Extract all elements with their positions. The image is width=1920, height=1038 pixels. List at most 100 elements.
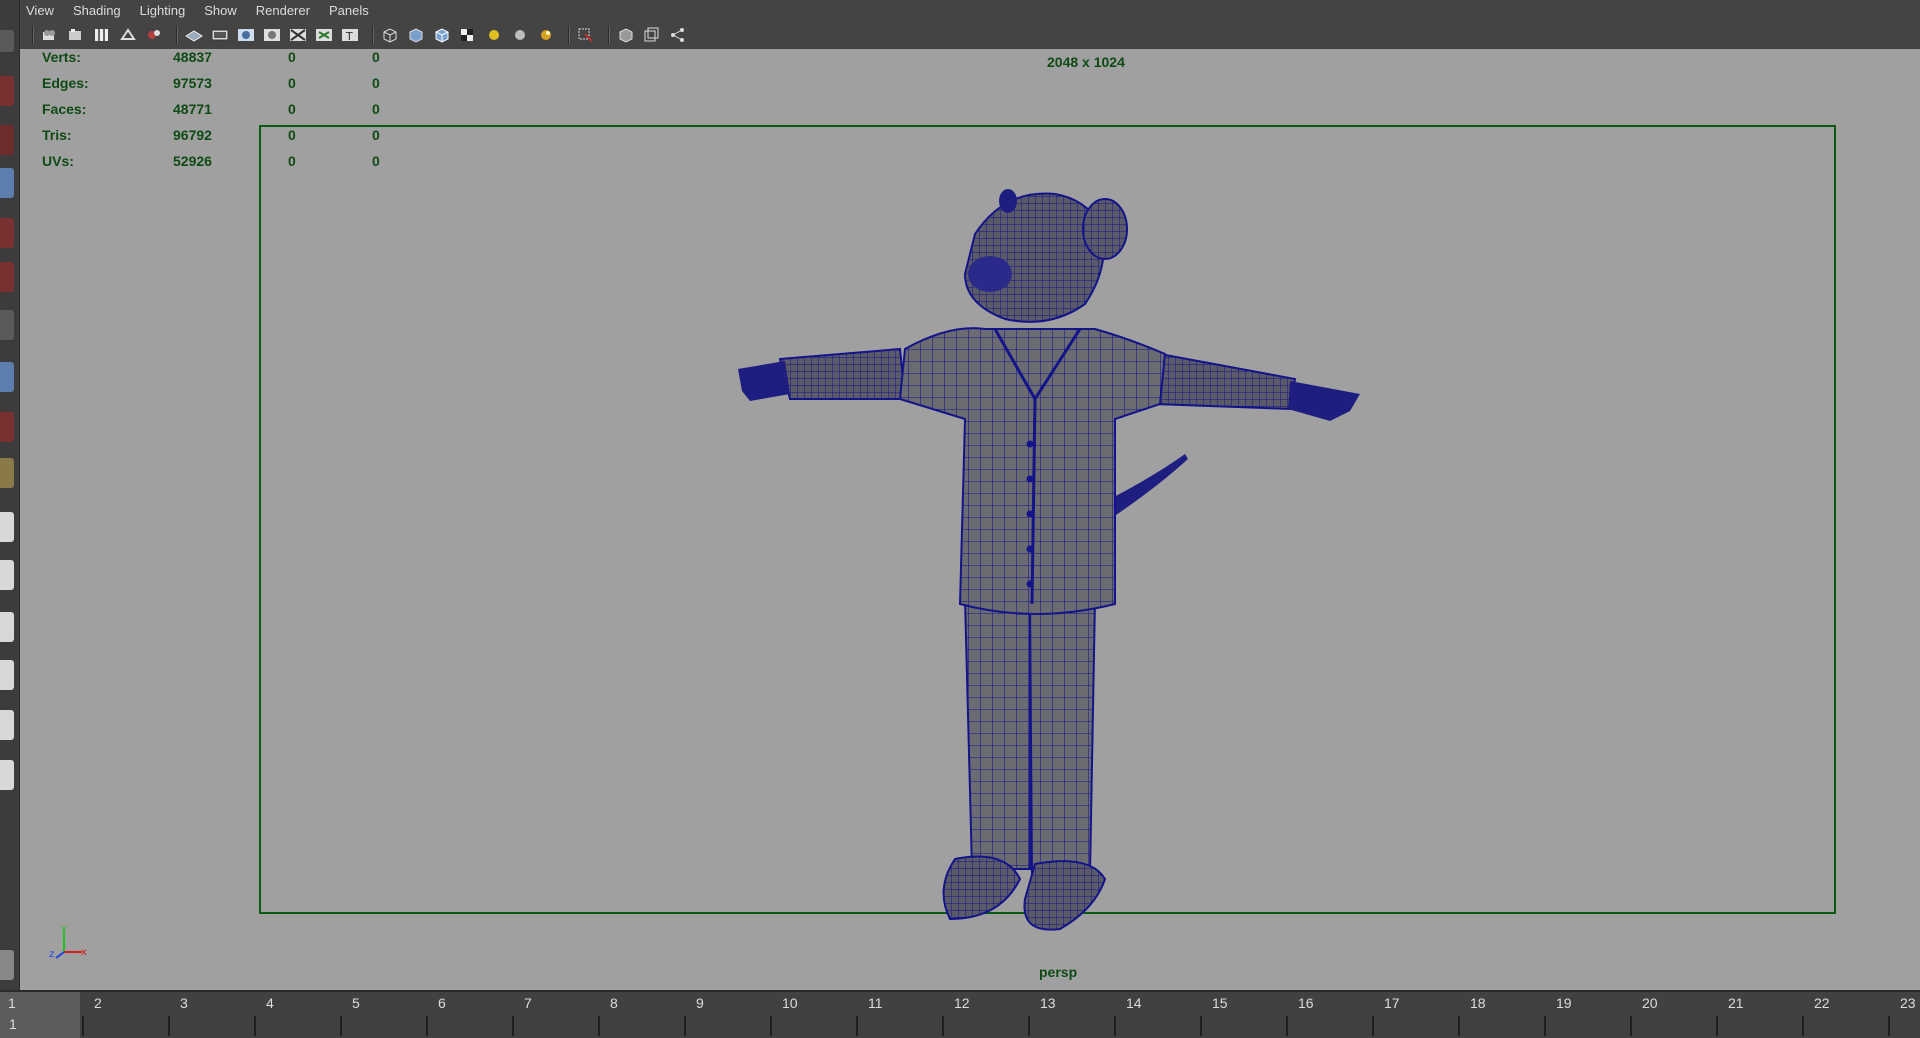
- layout-persp-outliner-icon[interactable]: [0, 612, 14, 642]
- frame-label-1: 1: [8, 995, 16, 1011]
- lasso-tool-icon[interactable]: [0, 76, 14, 106]
- frame-tick: [1458, 1016, 1460, 1036]
- layout-four-icon[interactable]: [0, 560, 14, 590]
- y-axis-label: y: [61, 924, 67, 934]
- frame-tick: [856, 1016, 858, 1036]
- paint-select-tool-icon[interactable]: [0, 125, 14, 155]
- field-chart-icon[interactable]: [288, 25, 308, 45]
- frame-label-21: 21: [1728, 995, 1744, 1011]
- frame-tick: [254, 1016, 256, 1036]
- perspective-viewport[interactable]: Verts: 48837 0 0 Edges: 97573 0 0 Faces:…: [20, 49, 1920, 990]
- soft-mod-tool-icon[interactable]: [0, 362, 14, 392]
- frame-tick: [1544, 1016, 1546, 1036]
- xray-icon[interactable]: [616, 25, 636, 45]
- time-slider[interactable]: 1 2 3 4 5 6 7 8 9 10 11 12 13 14 15 16 17 18 19 20 21 22 23 1: [0, 990, 1920, 1038]
- menu-renderer[interactable]: Renderer: [256, 3, 310, 18]
- layout-toggle-icon[interactable]: [0, 950, 14, 980]
- bookmarks-icon[interactable]: [92, 25, 112, 45]
- menu-view[interactable]: View: [26, 3, 54, 18]
- frame-label-10: 10: [782, 995, 798, 1011]
- wireframe-on-shaded-icon[interactable]: [432, 25, 452, 45]
- wireframe-icon[interactable]: [380, 25, 400, 45]
- film-gate-icon[interactable]: [210, 25, 230, 45]
- menu-lighting[interactable]: Lighting: [140, 3, 186, 18]
- frame-label-12: 12: [954, 995, 970, 1011]
- frame-label-6: 6: [438, 995, 446, 1011]
- frame-tick: [1114, 1016, 1116, 1036]
- smooth-shade-icon[interactable]: [406, 25, 426, 45]
- tool-box-strip: [0, 0, 20, 990]
- model-body: [738, 189, 1360, 931]
- z-axis-label: z: [49, 949, 54, 960]
- layout-hypershade-icon[interactable]: [0, 710, 14, 740]
- frame-tick: [1630, 1016, 1632, 1036]
- grid-icon[interactable]: [184, 25, 204, 45]
- frame-tick: [684, 1016, 686, 1036]
- frame-tick: [770, 1016, 772, 1036]
- menu-panels[interactable]: Panels: [329, 3, 369, 18]
- panel-menu-bar: View Shading Lighting Show Renderer Pane…: [20, 0, 1920, 20]
- menu-shading[interactable]: Shading: [73, 3, 121, 18]
- frame-label-22: 22: [1814, 995, 1830, 1011]
- safe-title-icon[interactable]: T: [340, 25, 360, 45]
- frame-tick: [598, 1016, 600, 1036]
- frame-label-2: 2: [94, 995, 102, 1011]
- frame-label-9: 9: [696, 995, 704, 1011]
- frame-label-19: 19: [1556, 995, 1572, 1011]
- layout-single-icon[interactable]: [0, 512, 14, 542]
- last-tool-icon[interactable]: [0, 458, 14, 488]
- frame-label-5: 5: [352, 995, 360, 1011]
- toolbar-separator: [176, 26, 178, 44]
- gate-mask-icon[interactable]: [262, 25, 282, 45]
- textured-icon[interactable]: [458, 25, 478, 45]
- frame-tick: [1888, 1016, 1890, 1036]
- frame-tick: [1372, 1016, 1374, 1036]
- safe-action-icon[interactable]: [314, 25, 334, 45]
- camera-attributes-icon[interactable]: [66, 25, 86, 45]
- isolate-select-icon[interactable]: [576, 25, 596, 45]
- show-manipulator-icon[interactable]: [0, 412, 14, 442]
- rat-character-model[interactable]: [20, 49, 1920, 990]
- frame-label-20: 20: [1642, 995, 1658, 1011]
- frame-label-14: 14: [1126, 995, 1142, 1011]
- frame-tick: [82, 1016, 84, 1036]
- toolbar-separator: [608, 26, 610, 44]
- frame-tick: [1802, 1016, 1804, 1036]
- manipulator-tool-icon[interactable]: [0, 310, 14, 340]
- scale-tool-icon[interactable]: [0, 262, 14, 292]
- frame-tick: [426, 1016, 428, 1036]
- toolbar-separator: [568, 26, 570, 44]
- x-axis-label: x: [81, 947, 87, 958]
- z-axis-line: [55, 951, 65, 959]
- all-lights-icon[interactable]: [510, 25, 530, 45]
- menu-show[interactable]: Show: [204, 3, 237, 18]
- frame-tick: [512, 1016, 514, 1036]
- frame-label-17: 17: [1384, 995, 1400, 1011]
- rotate-tool-icon[interactable]: [0, 218, 14, 248]
- image-plane-icon[interactable]: [118, 25, 138, 45]
- layout-outliner-icon[interactable]: [0, 760, 14, 790]
- frame-label-18: 18: [1470, 995, 1486, 1011]
- frame-tick: [168, 1016, 170, 1036]
- frame-label-3: 3: [180, 995, 188, 1011]
- frame-tick: [1028, 1016, 1030, 1036]
- frame-tick: [942, 1016, 944, 1036]
- xray-components-icon[interactable]: [668, 25, 688, 45]
- frame-label-23: 23: [1900, 995, 1916, 1011]
- shadows-icon[interactable]: [536, 25, 556, 45]
- move-tool-icon[interactable]: [0, 168, 14, 198]
- view-axis-indicator: y x z: [49, 924, 87, 960]
- camera-tools-icon[interactable]: [144, 25, 164, 45]
- default-light-icon[interactable]: [484, 25, 504, 45]
- camera-select-icon[interactable]: [40, 25, 60, 45]
- toolbar-separator: [32, 26, 34, 44]
- xray-joints-icon[interactable]: [642, 25, 662, 45]
- frame-label-11: 11: [868, 995, 883, 1011]
- frame-label-13: 13: [1040, 995, 1056, 1011]
- frame-label-16: 16: [1298, 995, 1314, 1011]
- layout-persp-graph-icon[interactable]: [0, 660, 14, 690]
- resolution-gate-icon[interactable]: [236, 25, 256, 45]
- select-tool-icon[interactable]: [0, 30, 14, 52]
- camera-name-label: persp: [1039, 964, 1078, 980]
- frame-label-4: 4: [266, 995, 274, 1011]
